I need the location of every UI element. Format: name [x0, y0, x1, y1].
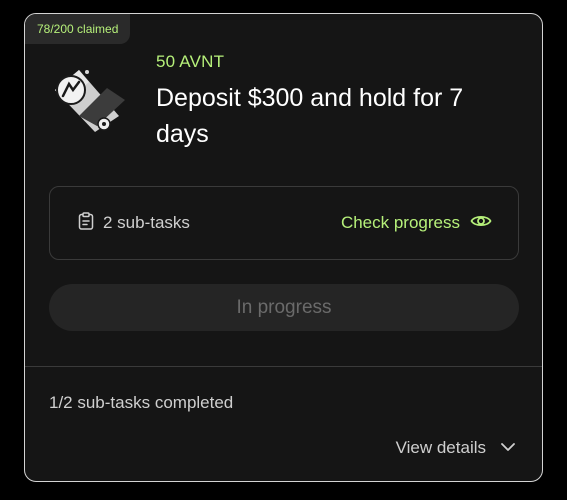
- task-title: Deposit $300 and hold for 7 days: [156, 84, 464, 148]
- task-card: 78/200 claimed 50 AVNT Deposit $300 and …: [24, 13, 543, 482]
- token-chart-icon: [49, 60, 129, 132]
- check-progress-link[interactable]: Check progress: [341, 213, 492, 234]
- view-details-toggle[interactable]: View details: [396, 438, 516, 458]
- in-progress-button[interactable]: In progress: [49, 284, 519, 331]
- view-details-label: View details: [395, 438, 486, 457]
- clipboard-icon: [78, 211, 94, 235]
- subtasks-count: 2 sub-tasks: [103, 213, 190, 232]
- subtasks-completed-status: 1/2 sub-tasks completed: [49, 393, 234, 412]
- claimed-count: 78/200 claimed: [37, 22, 119, 36]
- subtasks-panel: 2 sub-tasks Check progress: [49, 186, 519, 260]
- check-progress-label: Check progress: [340, 213, 460, 232]
- claimed-badge: 78/200 claimed: [25, 14, 131, 44]
- chevron-down-icon: [500, 439, 516, 457]
- subtasks-summary: 2 sub-tasks: [78, 211, 190, 235]
- reward-amount: 50 AVNT: [156, 52, 225, 71]
- eye-icon: [470, 213, 492, 234]
- divider: [25, 366, 542, 367]
